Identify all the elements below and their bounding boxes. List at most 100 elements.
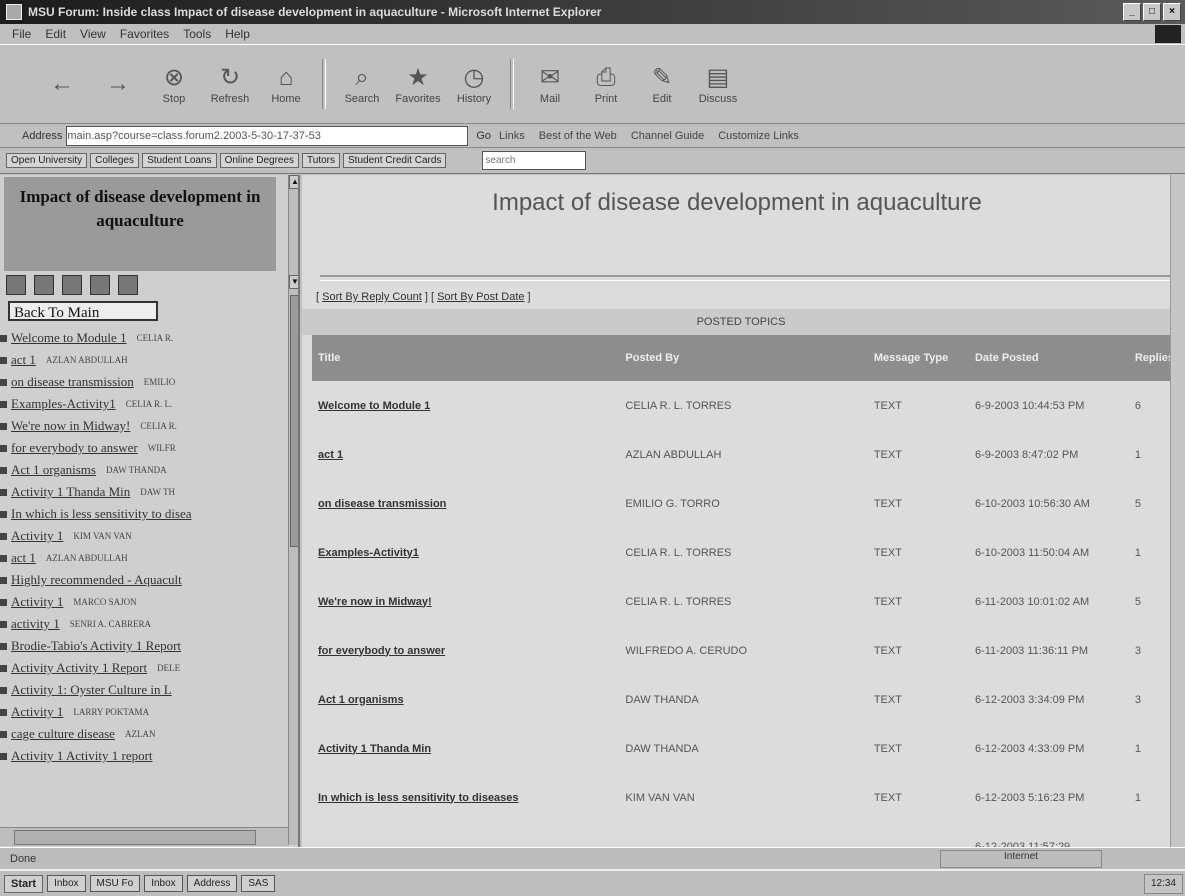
- sidebar-topic-item[interactable]: Activity 1 Thanda Min DAW TH: [0, 481, 288, 503]
- sidebar-topic-title[interactable]: Activity 1: [11, 528, 63, 544]
- sidebar-topic-item[interactable]: We're now in Midway! CELIA R.: [0, 415, 288, 437]
- start-button[interactable]: Start: [4, 874, 44, 893]
- sidebar-topic-item[interactable]: Examples-Activity1 CELIA R. L.: [0, 393, 288, 415]
- close-button[interactable]: ×: [1163, 3, 1181, 21]
- topic-title-link[interactable]: In which is less sensitivity to diseases: [312, 773, 619, 822]
- scrollbar-thumb[interactable]: [290, 295, 298, 547]
- sidebar-horizontal-scrollbar[interactable]: [0, 827, 288, 846]
- print-button[interactable]: ⎙ Print: [578, 46, 634, 122]
- maximize-button[interactable]: □: [1143, 3, 1161, 21]
- taskbar-item[interactable]: Inbox: [144, 875, 183, 892]
- history-button[interactable]: ◷ History: [446, 46, 502, 122]
- sidebar-topic-item[interactable]: Activity 1 KIM VAN VAN: [0, 525, 288, 547]
- scroll-up-arrow[interactable]: ▲: [289, 175, 298, 189]
- link-student-loans[interactable]: Student Loans: [142, 153, 217, 168]
- sidebar-topic-title[interactable]: Activity 1: [11, 704, 63, 720]
- menu-view[interactable]: View: [80, 27, 106, 41]
- taskbar-item[interactable]: Inbox: [47, 875, 86, 892]
- sidebar-topic-item[interactable]: act 1 AZLAN ABDULLAH: [0, 349, 288, 371]
- menu-help[interactable]: Help: [225, 27, 250, 41]
- edit-button[interactable]: ✎ Edit: [634, 46, 690, 122]
- search-topics-icon[interactable]: [62, 275, 82, 295]
- sidebar-topic-title[interactable]: act 1: [11, 352, 36, 368]
- menu-favorites[interactable]: Favorites: [120, 27, 169, 41]
- sidebar-topic-item[interactable]: Welcome to Module 1 CELIA R.: [0, 327, 288, 349]
- sidebar-topic-title[interactable]: Activity Activity 1 Report: [11, 660, 147, 676]
- taskbar-item[interactable]: Address: [186, 875, 238, 892]
- stop-button[interactable]: ⊗ Stop: [146, 46, 202, 122]
- refresh-topics-icon[interactable]: [90, 275, 110, 295]
- sidebar-topic-title[interactable]: Welcome to Module 1: [11, 330, 127, 346]
- new-topic-icon[interactable]: [6, 275, 26, 295]
- sidebar-topic-item[interactable]: Activity Activity 1 Report DELE: [0, 657, 288, 679]
- sidebar-topic-title[interactable]: for everybody to answer: [11, 440, 138, 456]
- link-online-degrees[interactable]: Online Degrees: [219, 153, 300, 168]
- sidebar-topic-item[interactable]: Highly recommended - Aquacult: [0, 569, 288, 591]
- list-icon[interactable]: [34, 275, 54, 295]
- sort-by-post-date-link[interactable]: Sort By Post Date: [437, 291, 524, 303]
- sidebar-topic-title[interactable]: Brodie-Tabio's Activity 1 Report: [11, 638, 181, 654]
- link-colleges[interactable]: Colleges: [90, 153, 140, 168]
- sidebar-topic-item[interactable]: Activity 1 LARRY POKTAMA: [0, 701, 288, 723]
- topic-title-link[interactable]: Examples-Activity1: [312, 528, 619, 577]
- topic-title-link[interactable]: [312, 822, 619, 847]
- back-to-main-button[interactable]: Back To Main: [8, 301, 158, 321]
- sidebar-topic-item[interactable]: Brodie-Tabio's Activity 1 Report: [0, 635, 288, 657]
- main-vertical-scrollbar[interactable]: [1170, 175, 1185, 847]
- sidebar-topic-item[interactable]: activity 1 SENRI A. CABRERA: [0, 613, 288, 635]
- sidebar-topic-title[interactable]: In which is less sensitivity to disea: [11, 506, 192, 522]
- links-label[interactable]: Links: [499, 130, 525, 142]
- sidebar-topic-title[interactable]: cage culture disease: [11, 726, 115, 742]
- discuss-button[interactable]: ▤ Discuss: [690, 46, 746, 122]
- link-open-university[interactable]: Open University: [6, 153, 88, 168]
- link-customize-links[interactable]: Customize Links: [718, 130, 799, 142]
- favorites-button[interactable]: ★ Favorites: [390, 46, 446, 122]
- sidebar-topic-item[interactable]: Activity 1 MARCO SAJON: [0, 591, 288, 613]
- link-best-of-web[interactable]: Best of the Web: [539, 130, 617, 142]
- topic-title-link[interactable]: We're now in Midway!: [312, 577, 619, 626]
- sidebar-vertical-scrollbar[interactable]: ▲ ▼: [288, 175, 298, 845]
- sidebar-topic-item[interactable]: for everybody to answer WILFR: [0, 437, 288, 459]
- minimize-button[interactable]: _: [1123, 3, 1141, 21]
- sidebar-topic-title[interactable]: We're now in Midway!: [11, 418, 130, 434]
- sidebar-topic-title[interactable]: Highly recommended - Aquacult: [11, 572, 182, 588]
- topic-title-link[interactable]: for everybody to answer: [312, 626, 619, 675]
- topic-title-link[interactable]: act 1: [312, 430, 619, 479]
- sidebar-topic-item[interactable]: In which is less sensitivity to disea: [0, 503, 288, 525]
- sidebar-topic-title[interactable]: Activity 1: Oyster Culture in L: [11, 682, 172, 698]
- taskbar-item[interactable]: SAS: [241, 875, 276, 892]
- sidebar-topic-title[interactable]: Act 1 organisms: [11, 462, 96, 478]
- taskbar-item[interactable]: MSU Fo: [89, 875, 141, 892]
- sidebar-topic-title[interactable]: Examples-Activity1: [11, 396, 116, 412]
- print-topics-icon[interactable]: [118, 275, 138, 295]
- mail-button[interactable]: ✉ Mail: [522, 46, 578, 122]
- sidebar-topic-title[interactable]: Activity 1 Thanda Min: [11, 484, 130, 500]
- sidebar-topic-item[interactable]: Activity 1: Oyster Culture in L: [0, 679, 288, 701]
- sidebar-topic-item[interactable]: Activity 1 Activity 1 report: [0, 745, 288, 767]
- sidebar-topic-title[interactable]: on disease transmission: [11, 374, 134, 390]
- scroll-down-arrow[interactable]: ▼: [289, 275, 298, 289]
- home-button[interactable]: ⌂ Home: [258, 46, 314, 122]
- refresh-button[interactable]: ↻ Refresh: [202, 46, 258, 122]
- sidebar-topic-title[interactable]: Activity 1 Activity 1 report: [11, 748, 153, 764]
- sort-by-reply-count-link[interactable]: Sort By Reply Count: [322, 291, 422, 303]
- forward-button[interactable]: →: [90, 46, 146, 122]
- back-button[interactable]: ←: [34, 46, 90, 122]
- menu-tools[interactable]: Tools: [183, 27, 211, 41]
- sidebar-topic-item[interactable]: Act 1 organisms DAW THANDA: [0, 459, 288, 481]
- link-tutors[interactable]: Tutors: [302, 153, 341, 168]
- links-search-input[interactable]: [482, 151, 587, 170]
- go-button[interactable]: Go: [476, 130, 491, 142]
- topic-title-link[interactable]: on disease transmission: [312, 479, 619, 528]
- search-button[interactable]: ⌕ Search: [334, 46, 390, 122]
- address-input[interactable]: main.asp?course=class.forum2.2003-5-30-1…: [66, 125, 469, 146]
- sidebar-topic-title[interactable]: activity 1: [11, 616, 60, 632]
- sidebar-topic-item[interactable]: act 1 AZLAN ABDULLAH: [0, 547, 288, 569]
- sidebar-topic-item[interactable]: on disease transmission EMILIO: [0, 371, 288, 393]
- menu-file[interactable]: File: [12, 27, 31, 41]
- sidebar-topic-item[interactable]: cage culture disease AZLAN: [0, 723, 288, 745]
- topic-title-link[interactable]: Act 1 organisms: [312, 675, 619, 724]
- sidebar-topic-title[interactable]: act 1: [11, 550, 36, 566]
- link-student-credit-cards[interactable]: Student Credit Cards: [343, 153, 447, 168]
- topic-title-link[interactable]: Welcome to Module 1: [312, 381, 619, 430]
